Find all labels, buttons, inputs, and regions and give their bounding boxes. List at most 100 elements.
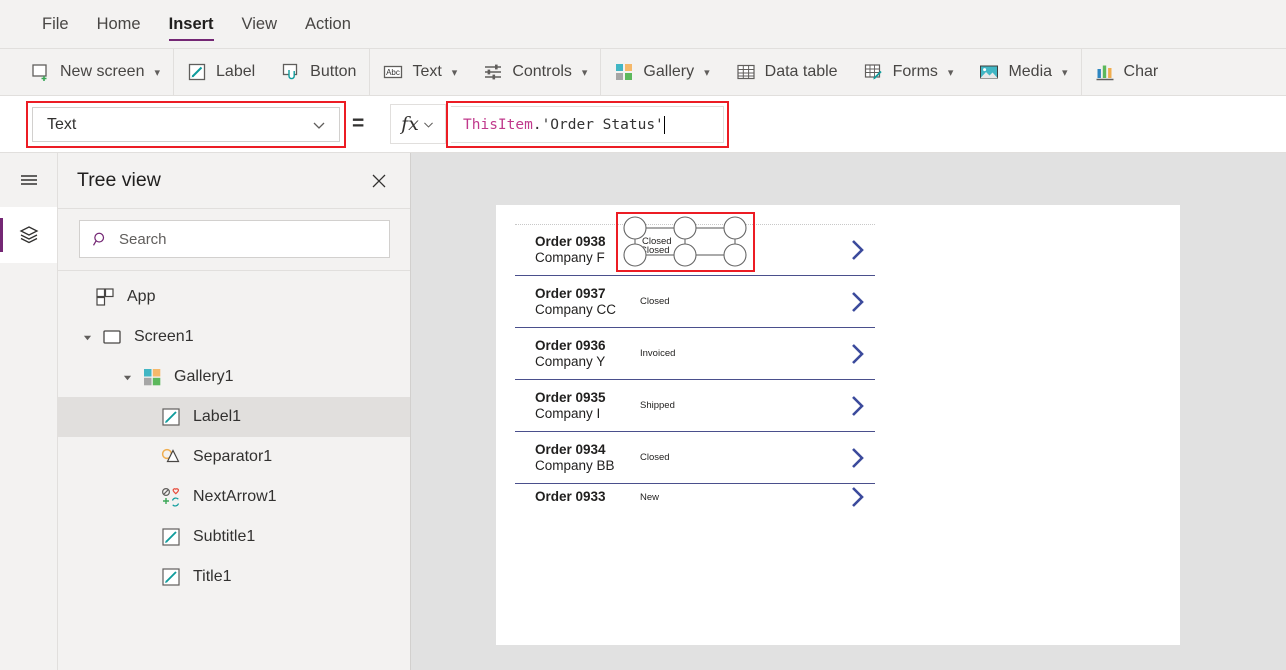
twisty-expanded-icon[interactable]	[120, 370, 134, 384]
gallery-row[interactable]: Order 0937 Company CC Closed	[515, 276, 875, 328]
tree-item-subtitle1[interactable]: Subtitle1	[58, 517, 410, 557]
gallery-row-status: Closed	[640, 296, 670, 307]
text-abc-icon: Abc	[384, 65, 403, 79]
tree-item-nextarrow1[interactable]: NextArrow1	[58, 477, 410, 517]
ribbon-item-label: Char	[1123, 63, 1159, 80]
gallery-row-status: Shipped	[640, 400, 675, 411]
formula-input[interactable]: ThisItem .'Order Status'	[451, 106, 724, 143]
menu-bar: File Home Insert View Action	[0, 0, 1286, 48]
menu-item-action[interactable]: Action	[291, 0, 365, 48]
property-selector-highlight: Text	[26, 101, 346, 148]
chevron-down-icon: ▾	[947, 66, 954, 79]
gallery-tree-icon	[144, 369, 161, 386]
formula-input-highlight: ThisItem .'Order Status'	[446, 101, 729, 148]
ribbon-new-screen-button[interactable]: New screen ▾	[18, 49, 173, 95]
gallery-row[interactable]: Order 0936 Company Y Invoiced	[515, 328, 875, 380]
tree-item-gallery1[interactable]: Gallery1	[58, 357, 410, 397]
tree-view-rail-button[interactable]	[0, 207, 57, 263]
ribbon-item-label: Data table	[764, 63, 838, 80]
gallery-row-status: Invoiced	[640, 348, 676, 359]
ribbon-charts-button[interactable]: Char	[1082, 49, 1172, 95]
tree-view-title: Tree view	[77, 169, 161, 191]
menu-item-label: Home	[96, 14, 141, 33]
gallery-row-title: Order 0935	[535, 389, 606, 405]
gallery-row[interactable]: Order 0933 New	[515, 484, 875, 514]
active-indicator	[0, 218, 3, 252]
label-tree-icon	[162, 528, 180, 546]
close-panel-button[interactable]	[366, 168, 392, 194]
tree-item-label: Separator1	[193, 448, 273, 465]
gallery-row-subtitle: Company F	[535, 250, 605, 265]
tree-item-label: Label1	[193, 408, 242, 425]
next-arrow-button[interactable]	[841, 445, 875, 471]
tree-item-label1[interactable]: Label1	[58, 397, 410, 437]
menu-item-file[interactable]: File	[28, 0, 83, 48]
ribbon-media-button[interactable]: Media ▾	[966, 49, 1080, 95]
search-input[interactable]: Search	[79, 220, 390, 258]
close-icon	[372, 174, 386, 187]
label-tree-icon	[162, 408, 180, 426]
menu-item-home[interactable]: Home	[83, 0, 155, 48]
menu-item-view[interactable]: View	[228, 0, 291, 48]
twisty-expanded-icon[interactable]	[80, 330, 94, 344]
next-arrow-button[interactable]	[841, 289, 875, 315]
label-icon	[188, 63, 206, 81]
tree-item-screen1[interactable]: Screen1	[58, 317, 410, 357]
gallery-row[interactable]: Order 0934 Company BB Closed	[515, 432, 875, 484]
gallery-control[interactable]: Order 0938 Company F Closed Closed Order…	[515, 212, 875, 514]
property-dropdown[interactable]: Text	[32, 107, 340, 142]
chevron-right-icon	[852, 240, 864, 260]
chevron-right-icon	[852, 395, 864, 416]
tree-view-header: Tree view	[58, 153, 410, 209]
tree-item-app[interactable]: App	[58, 277, 410, 317]
chevron-down-icon: ▾	[704, 66, 710, 79]
app-canvas-screen[interactable]: Order 0938 Company F Closed Closed Order…	[496, 205, 1180, 645]
label-selection-overlay: Closed	[616, 212, 755, 272]
chevron-down-icon: ▾	[1062, 66, 1068, 79]
next-arrow-button[interactable]	[841, 484, 875, 510]
selection-handles[interactable]	[618, 214, 753, 270]
ribbon-button-button[interactable]: Button	[268, 49, 369, 95]
ribbon-controls-button[interactable]: Controls ▾	[470, 49, 600, 95]
gallery-row-status: New	[640, 491, 660, 503]
chevron-down-icon: ▾	[451, 66, 458, 79]
tree-view-layers-icon	[19, 226, 38, 244]
gallery-row-texts: Order 0936 Company Y	[515, 338, 625, 370]
menu-item-label: Insert	[168, 14, 214, 33]
formula-token-identifier: ThisItem	[463, 116, 533, 133]
chevron-down-icon	[423, 122, 433, 128]
canvas-area[interactable]: Order 0938 Company F Closed Closed Order…	[411, 153, 1286, 670]
gallery-row[interactable]: Order 0935 Company I Shipped	[515, 380, 875, 432]
button-icon	[283, 63, 298, 80]
gallery-icon	[616, 64, 633, 80]
gallery-row-status: Closed	[640, 244, 670, 256]
chevron-right-icon	[852, 447, 864, 468]
tree-item-label: App	[127, 288, 156, 305]
fx-function-button[interactable]: fx	[390, 104, 446, 144]
search-placeholder: Search	[119, 230, 167, 248]
gallery-row[interactable]: Order 0938 Company F Closed Closed	[515, 212, 875, 276]
tree-item-title1[interactable]: Title1	[58, 557, 410, 597]
twisty-placeholder	[80, 290, 94, 304]
menu-item-label: View	[241, 14, 278, 33]
ribbon-text-button[interactable]: Abc Text ▾	[370, 49, 470, 95]
menu-item-insert[interactable]: Insert	[155, 0, 228, 48]
gallery-row-status: Closed	[640, 452, 670, 463]
ribbon-forms-button[interactable]: Forms ▾	[851, 49, 967, 95]
ribbon-data-table-button[interactable]: Data table	[723, 49, 851, 95]
power-apps-studio: File Home Insert View Action New screen …	[0, 0, 1286, 670]
chevron-right-icon	[852, 291, 864, 312]
next-arrow-button[interactable]	[841, 237, 875, 263]
left-icon-rail	[0, 153, 58, 670]
tree-item-separator1[interactable]: Separator1	[58, 437, 410, 477]
ribbon-gallery-button[interactable]: Gallery ▾	[601, 49, 722, 95]
gallery-row-title: Order 0936	[535, 337, 606, 353]
ribbon-label-button[interactable]: Label	[174, 49, 268, 95]
ribbon-item-label: Controls	[512, 63, 572, 80]
chevron-right-icon	[852, 343, 864, 364]
charts-icon	[1096, 65, 1114, 81]
chevron-right-icon	[852, 487, 864, 507]
hamburger-menu-button[interactable]	[0, 153, 57, 207]
next-arrow-button[interactable]	[841, 393, 875, 419]
next-arrow-button[interactable]	[841, 341, 875, 367]
